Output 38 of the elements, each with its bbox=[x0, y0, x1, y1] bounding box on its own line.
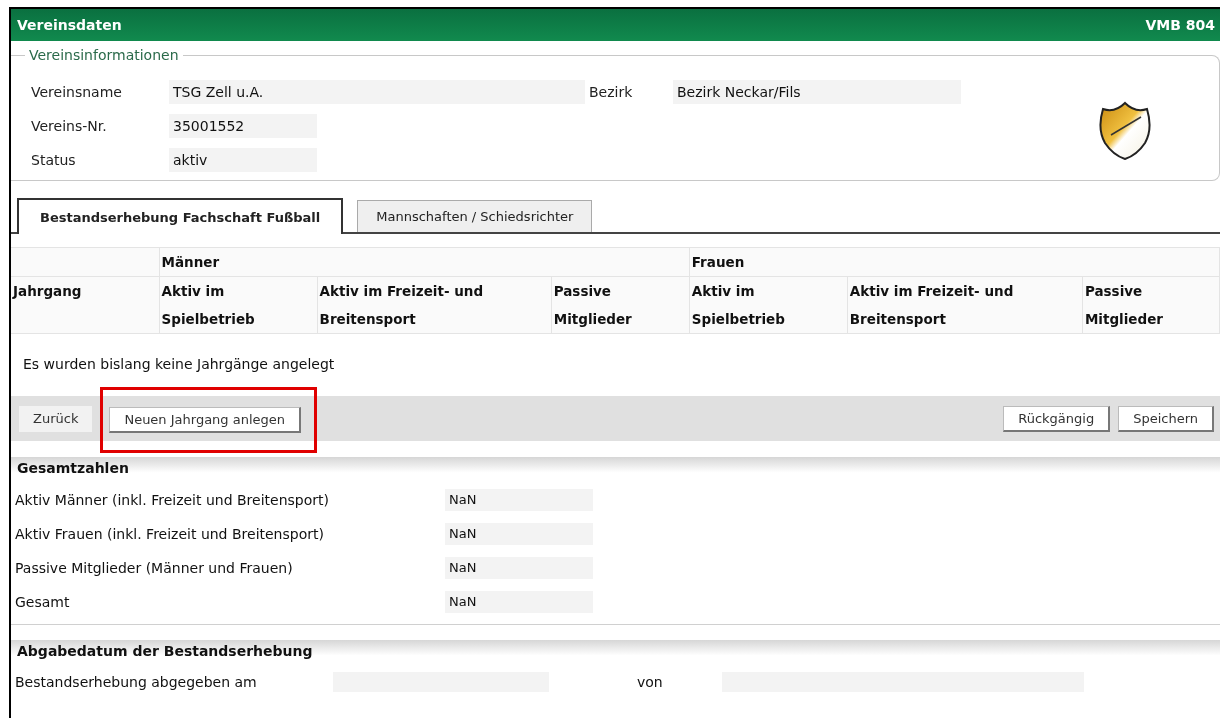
group-header: Männer bbox=[159, 247, 690, 277]
column-header: Aktiv im Spielbetrieb bbox=[689, 276, 848, 334]
panel-legend: Vereinsinformationen bbox=[25, 47, 183, 63]
column-header: Passive Mitglieder bbox=[1082, 276, 1220, 334]
screen-code: VMB 804 bbox=[1145, 17, 1215, 33]
field-value: TSG Zell u.A. bbox=[169, 80, 585, 104]
field-label: Bestandserhebung abgegeben am bbox=[15, 674, 258, 690]
total-value: NaN bbox=[445, 557, 593, 579]
club-crest-icon bbox=[1097, 99, 1153, 161]
total-label: Aktiv Frauen (inkl. Freizeit und Breitensport) bbox=[15, 526, 325, 542]
field-label: Vereins-Nr. bbox=[30, 117, 108, 136]
total-value: NaN bbox=[445, 489, 593, 511]
column-header: Passive Mitglieder bbox=[551, 276, 690, 334]
action-button[interactable]: Rückgängig bbox=[1003, 405, 1111, 432]
window-title: Vereinsdaten bbox=[17, 17, 122, 33]
total-value: NaN bbox=[445, 523, 593, 545]
tab[interactable]: Mannschaften / Schiedsrichter bbox=[357, 200, 593, 232]
column-header: Aktiv im Spielbetrieb bbox=[159, 276, 318, 334]
total-label: Aktiv Männer (inkl. Freizeit und Breitensport) bbox=[15, 492, 330, 508]
total-label: Gesamt bbox=[15, 594, 71, 610]
column-header: Aktiv im Freizeit- und Breitensport bbox=[317, 276, 552, 334]
action-button[interactable]: Speichern bbox=[1118, 405, 1214, 432]
column-header: Aktiv im Freizeit- und Breitensport bbox=[847, 276, 1083, 334]
total-value: NaN bbox=[445, 591, 593, 613]
empty-message: Es wurden bislang keine Jahrgänge angelegt bbox=[22, 355, 336, 374]
column-header: Jahrgang bbox=[11, 276, 160, 334]
field-label: von bbox=[636, 674, 664, 690]
total-label: Passive Mitglieder (Männer und Frauen) bbox=[15, 560, 294, 576]
field-value: Bezirk Neckar/Fils bbox=[673, 80, 961, 104]
field-value: aktiv bbox=[169, 148, 317, 172]
group-header: Frauen bbox=[689, 247, 1220, 277]
tab[interactable]: Bestandserhebung Fachschaft Fußball bbox=[17, 198, 344, 234]
field-label: Vereinsname bbox=[30, 83, 123, 102]
action-button[interactable]: Neuen Jahrgang anlegen bbox=[109, 406, 302, 433]
field-label: Bezirk bbox=[588, 83, 634, 102]
field-value: 35001552 bbox=[169, 114, 317, 138]
back-button[interactable]: Zurück bbox=[19, 405, 93, 432]
field-label: Status bbox=[30, 151, 77, 170]
